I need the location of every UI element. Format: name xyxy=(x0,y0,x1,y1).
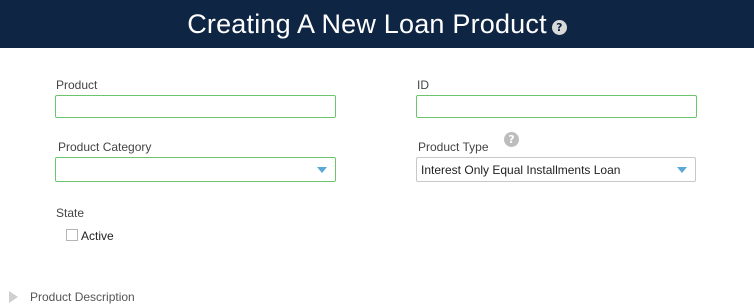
product-type-select[interactable]: Interest Only Equal Installments Loan xyxy=(416,157,696,182)
state-label: State xyxy=(56,206,85,220)
chevron-down-icon xyxy=(317,167,327,173)
chevron-down-icon xyxy=(677,167,687,173)
product-label: Product xyxy=(56,78,98,92)
page-title: Creating A New Loan Product xyxy=(187,8,547,39)
product-type-value: Interest Only Equal Installments Loan xyxy=(421,163,621,177)
help-icon[interactable]: ? xyxy=(551,19,567,35)
product-category-label: Product Category xyxy=(58,140,152,154)
product-category-select[interactable] xyxy=(55,157,336,182)
id-label: ID xyxy=(417,78,429,92)
product-type-label: Product Type xyxy=(418,140,489,154)
product-input[interactable] xyxy=(55,95,336,118)
help-icon[interactable]: ? xyxy=(504,132,519,147)
active-checkbox[interactable] xyxy=(66,229,78,241)
page-header: Creating A New Loan Product ? xyxy=(0,0,754,48)
product-description-toggle[interactable]: Product Description xyxy=(30,290,135,304)
active-checkbox-label[interactable]: Active xyxy=(81,229,114,243)
triangle-right-icon[interactable] xyxy=(9,291,18,303)
id-input[interactable] xyxy=(416,95,697,118)
